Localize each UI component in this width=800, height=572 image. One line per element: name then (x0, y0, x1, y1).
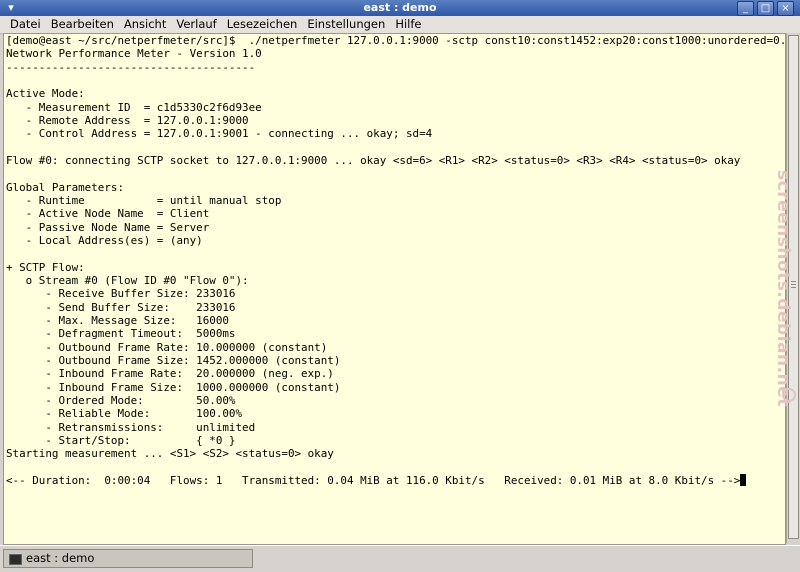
terminal-line: - Control Address = 127.0.0.1:9001 - con… (6, 127, 433, 141)
terminal-line: -------------------------------------- (6, 60, 256, 74)
taskbar-item-east-demo[interactable]: east : demo (3, 549, 253, 568)
terminal-line: - Reliable Mode: 100.00% (6, 407, 243, 421)
terminal-line: - Receive Buffer Size: 233016 (6, 287, 236, 301)
terminal-line: Global Parameters: (6, 180, 125, 194)
terminal-line: - Outbound Frame Size: 1452.000000 (cons… (6, 353, 341, 367)
terminal-line: - Inbound Frame Rate: 20.000000 (neg. ex… (6, 367, 334, 381)
terminal-line: - Outbound Frame Rate: 10.000000 (consta… (6, 340, 328, 354)
terminal-line: - Passive Node Name = Server (6, 220, 210, 234)
terminal-line: - Remote Address = 127.0.0.1:9000 (6, 113, 249, 127)
menubar: Datei Bearbeiten Ansicht Verlauf Lesezeichen… (0, 16, 800, 34)
terminal-line: Starting measurement ... <S1> <S2> <stat… (6, 447, 334, 461)
terminal-output[interactable]: [demo@east ~/src/netperfmeter/src]$ ./ne… (3, 33, 786, 545)
text-cursor-icon (740, 473, 747, 486)
menu-lesezeichen[interactable]: Lesezeichen (222, 16, 303, 33)
window-title: east : demo (363, 1, 437, 14)
terminal-line: Network Performance Meter - Version 1.0 (6, 47, 262, 61)
menu-einstellungen[interactable]: Einstellungen (302, 16, 390, 33)
minimize-icon[interactable]: _ (737, 1, 754, 16)
terminal-line: - Send Buffer Size: 233016 (6, 300, 236, 314)
menu-verlauf[interactable]: Verlauf (171, 16, 221, 33)
close-icon[interactable]: × (777, 1, 794, 16)
terminal-line: <-- Duration: 0:00:04 Flows: 1 Transmitt… (6, 473, 785, 487)
window-titlebar[interactable]: ▾ east : demo _ □ × (0, 0, 800, 17)
maximize-icon[interactable]: □ (757, 1, 774, 16)
terminal-line: - Retransmissions: unlimited (6, 420, 256, 434)
menu-bearbeiten[interactable]: Bearbeiten (46, 16, 119, 33)
terminal-line: - Measurement ID = c1d5330c2f6d93ee (6, 100, 262, 114)
terminal-line: - Max. Message Size: 16000 (6, 313, 229, 327)
watermark-logo-icon (782, 388, 796, 402)
menu-datei[interactable]: Datei (5, 16, 46, 33)
menu-ansicht[interactable]: Ansicht (119, 16, 171, 33)
terminal-icon (9, 554, 22, 565)
terminal-line: - Start/Stop: { *0 } (6, 433, 236, 447)
terminal-line: - Runtime = until manual stop (6, 193, 282, 207)
menu-hilfe[interactable]: Hilfe (390, 16, 426, 33)
terminal-line: + SCTP Flow: (6, 260, 85, 274)
terminal-line: - Ordered Mode: 50.00% (6, 393, 236, 407)
taskbar: east : demo (0, 545, 800, 572)
terminal-line: - Local Address(es) = (any) (6, 233, 203, 247)
terminal-text: [demo@east ~/src/netperfmeter/src]$ ./ne… (4, 34, 785, 487)
terminal-line: Active Mode: (6, 87, 85, 101)
terminal-line: o Stream #0 (Flow ID #0 "Flow 0"): (6, 273, 249, 287)
terminal-line: [demo@east ~/src/netperfmeter/src]$ ./ne… (6, 34, 786, 47)
terminal-line: Flow #0: connecting SCTP socket to 127.0… (6, 153, 741, 167)
taskbar-item-label: east : demo (26, 551, 95, 565)
terminal-line: - Inbound Frame Size: 1000.000000 (const… (6, 380, 341, 394)
terminal-line: - Defragment Timeout: 5000ms (6, 327, 236, 341)
terminal-line: - Active Node Name = Client (6, 207, 210, 221)
